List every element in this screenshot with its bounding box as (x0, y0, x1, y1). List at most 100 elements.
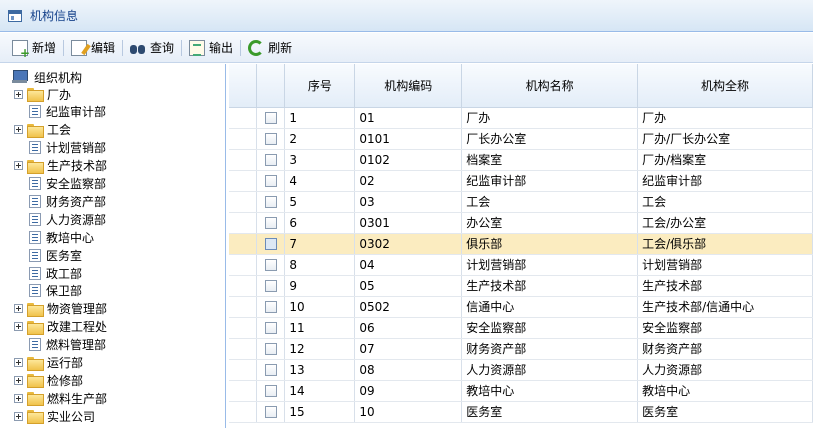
row-checkbox[interactable] (264, 343, 277, 355)
expand-plus-icon[interactable] (14, 304, 23, 314)
cell-name: 计划营销部 (461, 254, 639, 276)
tree-item[interactable]: 改建工程处 (14, 318, 107, 336)
table-row[interactable]: 14 09 教培中心 教培中心 (229, 380, 813, 402)
tree-item[interactable]: 物资管理部 (14, 300, 107, 318)
cell-code: 0502 (354, 296, 463, 318)
cell-code: 0102 (354, 149, 463, 171)
row-checkbox[interactable] (264, 238, 277, 250)
table-row[interactable]: 2 0101 厂长办公室 厂办/厂长办公室 (229, 128, 813, 150)
table-row[interactable]: 11 06 安全监察部 安全监察部 (229, 317, 813, 339)
tree-item[interactable]: 政工部 (29, 264, 82, 282)
row-checkbox[interactable] (264, 217, 277, 229)
cell-fullname: 纪监审计部 (637, 170, 813, 192)
new-button-label: 新增 (32, 41, 57, 55)
cell-code: 10 (354, 401, 463, 423)
tree-item[interactable]: 检修部 (14, 371, 83, 389)
refresh-button[interactable]: 刷新 (244, 37, 296, 59)
window-title: 机构信息 (30, 9, 79, 23)
query-button[interactable]: 查询 (126, 37, 178, 59)
table-row[interactable]: 1 01 厂办 厂办 (229, 107, 813, 129)
edit-button[interactable]: 编辑 (67, 37, 119, 59)
row-checkbox[interactable] (264, 385, 277, 397)
tree-root[interactable]: 组织机构 (12, 68, 82, 86)
row-checkbox[interactable] (264, 112, 277, 124)
tree-item[interactable]: 人力资源部 (29, 210, 106, 228)
row-checkbox[interactable] (264, 364, 277, 376)
cell-code: 03 (354, 191, 463, 213)
cell-name: 办公室 (461, 212, 639, 234)
tree-item[interactable]: 运行部 (14, 354, 83, 372)
tree-root-label: 组织机构 (34, 70, 83, 85)
cell-fullname: 厂办 (637, 107, 813, 129)
tree-item[interactable]: 教培中心 (29, 228, 94, 246)
expand-plus-icon[interactable] (14, 89, 23, 99)
row-checkbox[interactable] (264, 259, 277, 271)
tree-item[interactable]: 计划营销部 (29, 139, 106, 157)
tree-item[interactable]: 工会 (14, 121, 71, 139)
row-checkbox-cell (256, 107, 286, 129)
header-code[interactable]: 机构编码 (354, 64, 463, 108)
header-fullname[interactable]: 机构全称 (637, 64, 813, 108)
table-row[interactable]: 5 03 工会 工会 (229, 191, 813, 213)
table-row[interactable]: 7 0302 俱乐部 工会/俱乐部 (229, 233, 813, 255)
expand-plus-icon[interactable] (14, 161, 23, 171)
new-button[interactable]: 新增 (8, 37, 60, 60)
row-checkbox[interactable] (264, 301, 277, 313)
expand-plus-icon[interactable] (14, 358, 23, 367)
row-checkbox-cell (256, 170, 286, 192)
row-checkbox-cell (256, 296, 286, 318)
tree-item[interactable]: 燃料管理部 (29, 336, 106, 354)
cell-seq: 1 (284, 107, 356, 129)
tree-item[interactable]: 财务资产部 (29, 192, 106, 210)
cell-name: 财务资产部 (461, 338, 639, 360)
row-checkbox[interactable] (264, 280, 277, 292)
row-checkbox[interactable] (264, 196, 277, 208)
table-row[interactable]: 10 0502 信通中心 生产技术部/信通中心 (229, 296, 813, 318)
tree-item[interactable]: 燃料生产部 (14, 389, 107, 407)
row-checkbox-cell (256, 254, 286, 276)
tree-item[interactable]: 安全监察部 (29, 175, 106, 193)
row-checkbox[interactable] (264, 175, 277, 187)
tree-item[interactable]: 纪监审计部 (29, 103, 106, 121)
refresh-icon (248, 40, 265, 56)
row-checkbox-cell (256, 338, 286, 360)
expand-plus-icon[interactable] (14, 375, 23, 385)
tree-item[interactable]: 医务室 (29, 246, 82, 264)
tree-item[interactable]: 生产技术部 (14, 157, 107, 175)
row-checkbox[interactable] (264, 133, 277, 145)
expand-plus-icon[interactable] (14, 322, 23, 332)
document-icon (29, 284, 41, 298)
table-row[interactable]: 3 0102 档案室 厂办/档案室 (229, 149, 813, 171)
table-row[interactable]: 15 10 医务室 医务室 (229, 401, 813, 423)
table-row[interactable]: 13 08 人力资源部 人力资源部 (229, 359, 813, 381)
row-gutter (229, 107, 258, 129)
cell-fullname: 人力资源部 (637, 359, 813, 381)
folder-icon (27, 320, 44, 335)
header-seq[interactable]: 序号 (284, 64, 356, 108)
row-checkbox[interactable] (264, 154, 277, 166)
table-row[interactable]: 9 05 生产技术部 生产技术部 (229, 275, 813, 297)
table-row[interactable]: 12 07 财务资产部 财务资产部 (229, 338, 813, 360)
expand-plus-icon[interactable] (14, 393, 23, 403)
computer-icon (12, 70, 28, 84)
tree-item[interactable]: 厂办 (14, 85, 71, 103)
table-row[interactable]: 6 0301 办公室 工会/办公室 (229, 212, 813, 234)
header-name[interactable]: 机构名称 (461, 64, 639, 108)
row-checkbox[interactable] (264, 406, 277, 418)
row-checkbox[interactable] (264, 322, 277, 334)
expand-plus-icon[interactable] (14, 411, 23, 421)
folder-icon (27, 123, 44, 138)
cell-fullname: 生产技术部/信通中心 (637, 296, 813, 318)
document-icon (29, 177, 41, 190)
binoculars-icon (130, 40, 146, 56)
expand-plus-icon[interactable] (14, 125, 23, 135)
cell-seq: 2 (284, 128, 356, 150)
org-tree[interactable]: 组织机构 厂办 纪监审计部 工会 计划营销部 生产技术部 安全监察部 财务资产部 人力资源部教… (0, 64, 226, 428)
table-row[interactable]: 4 02 纪监审计部 纪监审计部 (229, 170, 813, 192)
export-button[interactable]: 输出 (185, 37, 237, 59)
cell-code: 0302 (354, 233, 463, 255)
header-row-number (256, 64, 286, 108)
table-row[interactable]: 8 04 计划营销部 计划营销部 (229, 254, 813, 276)
tree-item[interactable]: 实业公司 (14, 407, 95, 425)
tree-item[interactable]: 保卫部 (29, 282, 82, 300)
